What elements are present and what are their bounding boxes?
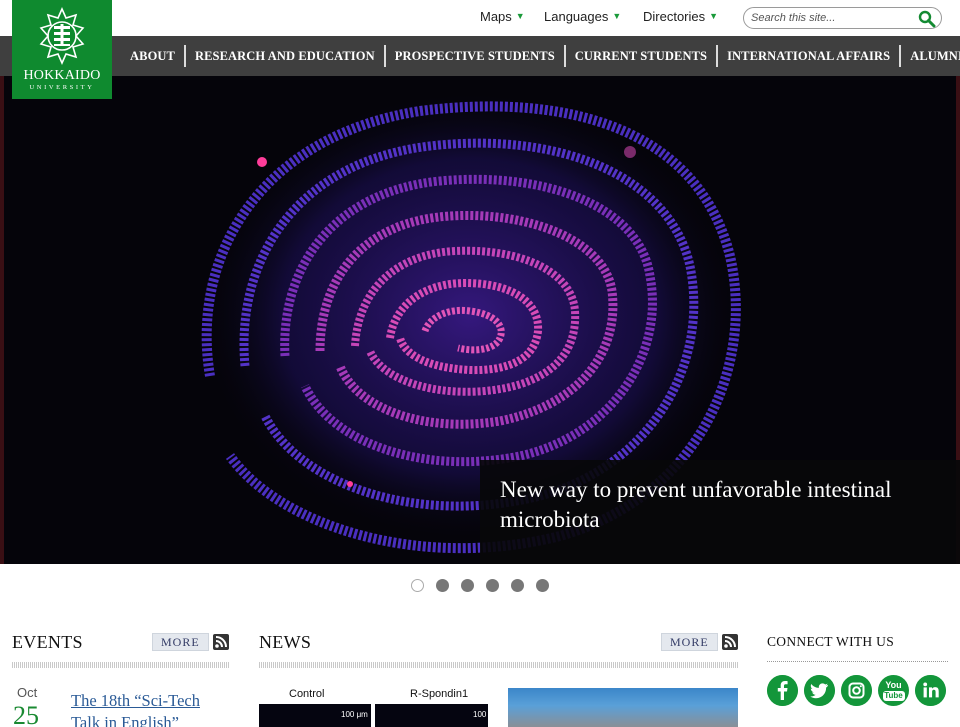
youtube-you-text: You xyxy=(885,680,902,690)
thumb-label-rspondin: R-Spondin1 xyxy=(410,688,469,700)
youtube-tube-text: Tube xyxy=(882,691,905,701)
twitter-icon[interactable] xyxy=(804,675,835,706)
event-link[interactable]: The 18th “Sci-Tech Talk in English” xyxy=(71,690,231,727)
slider-dot[interactable] xyxy=(511,579,524,592)
nav-item-alumni[interactable]: ALUMNI xyxy=(899,45,960,67)
news-thumbnail-rspondin[interactable]: 100 xyxy=(375,704,488,727)
hero-caption-text: New way to prevent unfavorable intestina… xyxy=(500,477,892,532)
nav-item-about[interactable]: ABOUT xyxy=(121,45,184,67)
main-navigation: ABOUT RESEARCH AND EDUCATION PROSPECTIVE S… xyxy=(0,36,960,76)
directories-menu[interactable]: Directories ▼ xyxy=(643,9,718,24)
instagram-icon[interactable] xyxy=(841,675,872,706)
nav-item-prospective-students[interactable]: PROSPECTIVE STUDENTS xyxy=(383,45,564,67)
rss-icon[interactable] xyxy=(213,634,229,650)
slider-dot[interactable] xyxy=(411,579,424,592)
university-emblem-icon xyxy=(39,7,85,65)
events-divider xyxy=(12,662,229,668)
nav-item-international-affairs[interactable]: INTERNATIONAL AFFAIRS xyxy=(716,45,899,67)
facebook-icon[interactable] xyxy=(767,675,798,706)
search-box xyxy=(743,7,942,29)
utility-bar: Maps ▼ Languages ▼ Directories ▼ xyxy=(0,0,960,36)
caret-down-icon: ▼ xyxy=(612,11,622,21)
slider-dot[interactable] xyxy=(486,579,499,592)
news-title: NEWS xyxy=(259,632,312,652)
slider-dots xyxy=(411,579,561,592)
maps-label: Maps xyxy=(480,9,512,24)
rss-icon[interactable] xyxy=(722,634,738,650)
languages-label: Languages xyxy=(544,9,609,24)
events-title: EVENTS xyxy=(12,632,83,652)
slider-dot[interactable] xyxy=(461,579,474,592)
hero-caption[interactable]: New way to prevent unfavorable intestina… xyxy=(480,460,960,564)
youtube-icon[interactable]: You Tube xyxy=(878,675,909,706)
directories-label: Directories xyxy=(643,9,706,24)
news-divider xyxy=(259,662,738,668)
linkedin-icon[interactable] xyxy=(915,675,946,706)
event-month: Oct xyxy=(17,685,38,700)
search-icon[interactable] xyxy=(918,10,936,28)
maps-menu[interactable]: Maps ▼ xyxy=(480,9,525,24)
logo-subtitle: UNIVERSITY xyxy=(29,84,95,91)
thumb-label-control: Control xyxy=(289,688,325,700)
search-input[interactable] xyxy=(751,10,911,26)
hero-slider[interactable]: New way to prevent unfavorable intestina… xyxy=(0,76,960,564)
news-thumbnail-group-photo[interactable] xyxy=(508,688,738,727)
connect-divider xyxy=(767,661,948,662)
news-more-button[interactable]: MORE xyxy=(661,633,718,651)
caret-down-icon: ▼ xyxy=(515,11,525,21)
slider-dot[interactable] xyxy=(436,579,449,592)
languages-menu[interactable]: Languages ▼ xyxy=(544,9,621,24)
nav-list: ABOUT RESEARCH AND EDUCATION PROSPECTIVE S… xyxy=(121,36,960,76)
scale-bar-label: 100 μm xyxy=(341,710,368,719)
nav-item-research-and-education[interactable]: RESEARCH AND EDUCATION xyxy=(183,45,384,67)
slider-dot[interactable] xyxy=(536,579,549,592)
nav-item-current-students[interactable]: CURRENT STUDENTS xyxy=(563,45,716,67)
events-more-button[interactable]: MORE xyxy=(152,633,209,651)
connect-title: CONNECT WITH US xyxy=(767,634,895,649)
hokkaido-logo[interactable]: HOKKAIDO UNIVERSITY xyxy=(12,0,112,99)
scale-bar-label: 100 xyxy=(473,710,487,719)
event-day: 25 xyxy=(13,701,39,727)
news-thumbnail-control[interactable]: 100 μm xyxy=(259,704,371,727)
logo-title: HOKKAIDO xyxy=(23,68,101,83)
caret-down-icon: ▼ xyxy=(709,11,719,21)
